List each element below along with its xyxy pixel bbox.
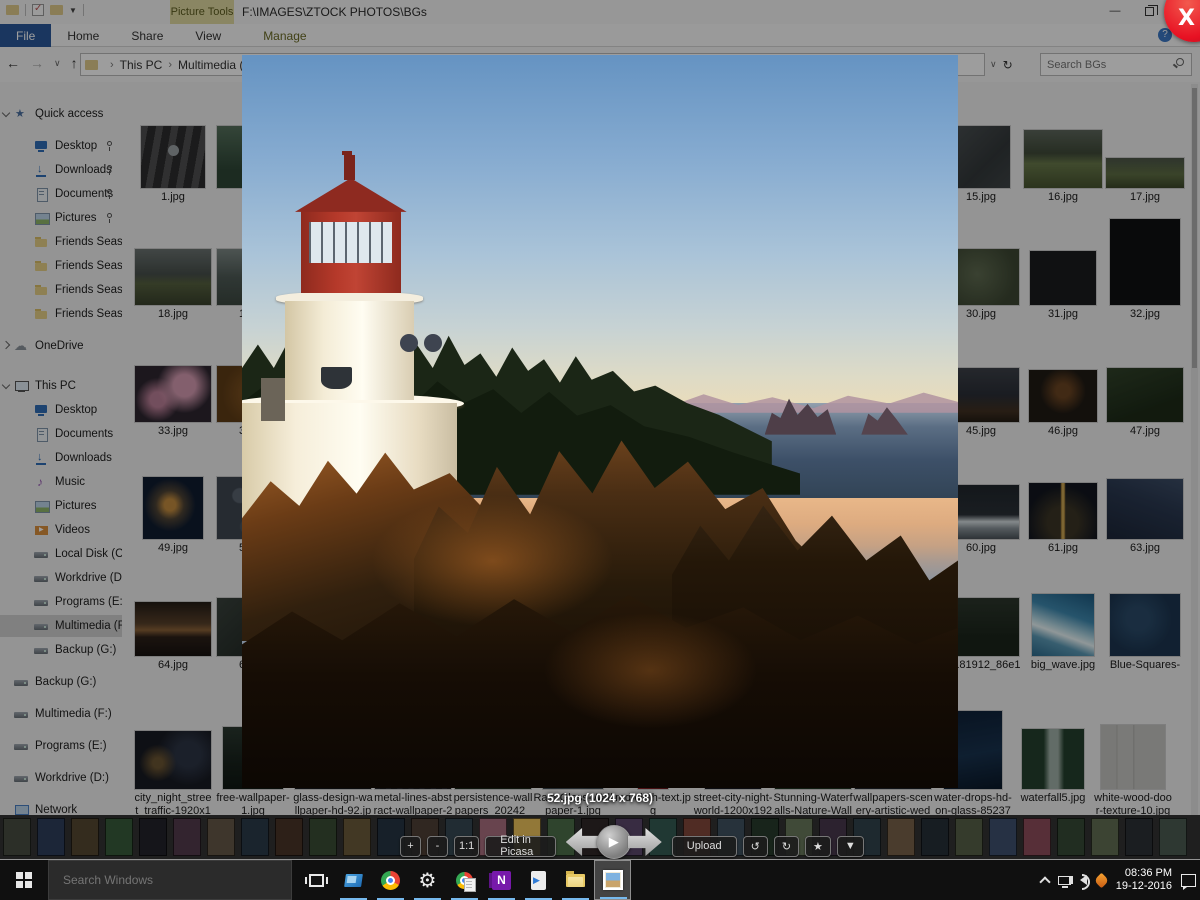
task-view-button[interactable]	[298, 860, 335, 900]
gear-glyph: ⚙	[419, 870, 437, 890]
upload-button[interactable]: Upload	[672, 836, 737, 857]
filmstrip-thumbnail[interactable]	[887, 818, 915, 856]
clock-time: 08:36 PM	[1116, 867, 1172, 880]
viewer-controls: +-1:1Edit in Picasa ▶ Upload↺↻★▼	[400, 833, 860, 859]
filmstrip-thumbnail[interactable]	[343, 818, 371, 856]
taskbar-icons: ⚙N	[298, 860, 631, 900]
filmstrip-thumbnail[interactable]	[207, 818, 235, 856]
previous-photo-arrow-icon[interactable]	[566, 828, 600, 856]
viewer-controls-left: +-1:1 Edit in Picasa	[400, 836, 556, 857]
system-tray: 08:36 PM 19-12-2016	[1041, 860, 1196, 900]
filmstrip-thumbnail[interactable]	[309, 818, 337, 856]
onenote-icon[interactable]: N	[483, 860, 520, 900]
zoom-in-button[interactable]: +	[400, 836, 421, 857]
photos-glyph	[603, 870, 623, 890]
action-center-icon[interactable]	[1181, 874, 1196, 887]
chrome-document-app-icon[interactable]	[446, 860, 483, 900]
show-hidden-icons-chevron-icon[interactable]	[1039, 876, 1050, 887]
taskbar: ⚙N 08:36 PM 19-12-2016	[0, 860, 1200, 900]
filmstrip-thumbnail[interactable]	[71, 818, 99, 856]
filmstrip-thumbnail[interactable]	[37, 818, 65, 856]
slideshow-play-icon[interactable]: ▶	[597, 825, 631, 859]
photo-viewer-icon[interactable]	[594, 860, 631, 900]
photo-lighthouse-vent	[424, 334, 443, 352]
photo-sunlight-glow	[543, 612, 758, 729]
filmstrip-thumbnail[interactable]	[1057, 818, 1085, 856]
screen: ▼ Picture Tools F:\IMAGES\ZTOCK PHOTOS\B…	[0, 0, 1200, 900]
taskbar-search-input[interactable]	[48, 860, 292, 900]
explorer-glyph	[566, 874, 585, 887]
document-share-app-icon[interactable]	[520, 860, 557, 900]
viewer-photo[interactable]	[242, 55, 958, 788]
chrome-glyph	[381, 871, 400, 890]
settings-gear-icon[interactable]: ⚙	[409, 860, 446, 900]
clock-date: 19-12-2016	[1116, 880, 1172, 893]
volume-icon[interactable]	[1080, 875, 1087, 885]
filmstrip-thumbnail[interactable]	[955, 818, 983, 856]
tray-app-icon[interactable]	[1093, 872, 1109, 888]
file-explorer-icon[interactable]	[557, 860, 594, 900]
filmstrip-thumbnail[interactable]	[241, 818, 269, 856]
pc-display-app-icon[interactable]	[335, 860, 372, 900]
filmstrip-thumbnail[interactable]	[275, 818, 303, 856]
filmstrip-thumbnail[interactable]	[173, 818, 201, 856]
chrome-icon[interactable]	[372, 860, 409, 900]
photo-lighthouse-vent	[400, 334, 419, 352]
viewer-nav: ▶	[566, 825, 662, 859]
more-button[interactable]: ▼	[837, 836, 864, 857]
filmstrip-thumbnail[interactable]	[3, 818, 31, 856]
photo-sunlight-glow	[371, 495, 614, 627]
star-button[interactable]: ★	[805, 836, 831, 857]
filmstrip-thumbnail[interactable]	[1023, 818, 1051, 856]
filmstrip-thumbnail[interactable]	[105, 818, 133, 856]
filmstrip-thumbnail[interactable]	[139, 818, 167, 856]
filmstrip-thumbnail[interactable]	[989, 818, 1017, 856]
clock[interactable]: 08:36 PM 19-12-2016	[1116, 867, 1172, 893]
next-photo-arrow-icon[interactable]	[628, 828, 662, 856]
viewer-controls-right: Upload ↺ ↻ ★ ▼	[672, 836, 864, 857]
filmstrip-thumbnail[interactable]	[1125, 818, 1153, 856]
edit-in-picasa-button[interactable]: Edit in Picasa	[485, 836, 555, 857]
start-button[interactable]	[0, 860, 48, 900]
laptop-glyph	[344, 874, 363, 887]
rotate-left-button[interactable]: ↺	[743, 836, 768, 857]
zoom-out-button[interactable]: -	[427, 836, 448, 857]
taskview-glyph	[309, 874, 324, 887]
photo-lighthouse-glass	[309, 222, 392, 263]
filmstrip-thumbnail[interactable]	[1159, 818, 1187, 856]
filmstrip-thumbnail[interactable]	[1091, 818, 1119, 856]
onenote-glyph: N	[492, 871, 511, 890]
close-icon: X	[1178, 6, 1195, 31]
open-app-indicator	[600, 897, 627, 900]
photo-lighthouse-roof	[295, 178, 407, 212]
photo-lighthouse-lamp	[321, 367, 353, 389]
filmstrip-thumbnail[interactable]	[921, 818, 949, 856]
viewer-caption: 52.jpg (1024 x 768)	[460, 791, 740, 805]
docarrow-glyph	[531, 871, 546, 890]
photo-lighthouse-finial	[344, 155, 355, 180]
windows-logo-icon	[16, 872, 32, 888]
photo-lighthouse-door	[261, 378, 285, 422]
rotate-right-button[interactable]: ↻	[774, 836, 799, 857]
actual-size-button[interactable]: 1:1	[454, 836, 479, 857]
chromedoc-glyph	[456, 872, 473, 889]
